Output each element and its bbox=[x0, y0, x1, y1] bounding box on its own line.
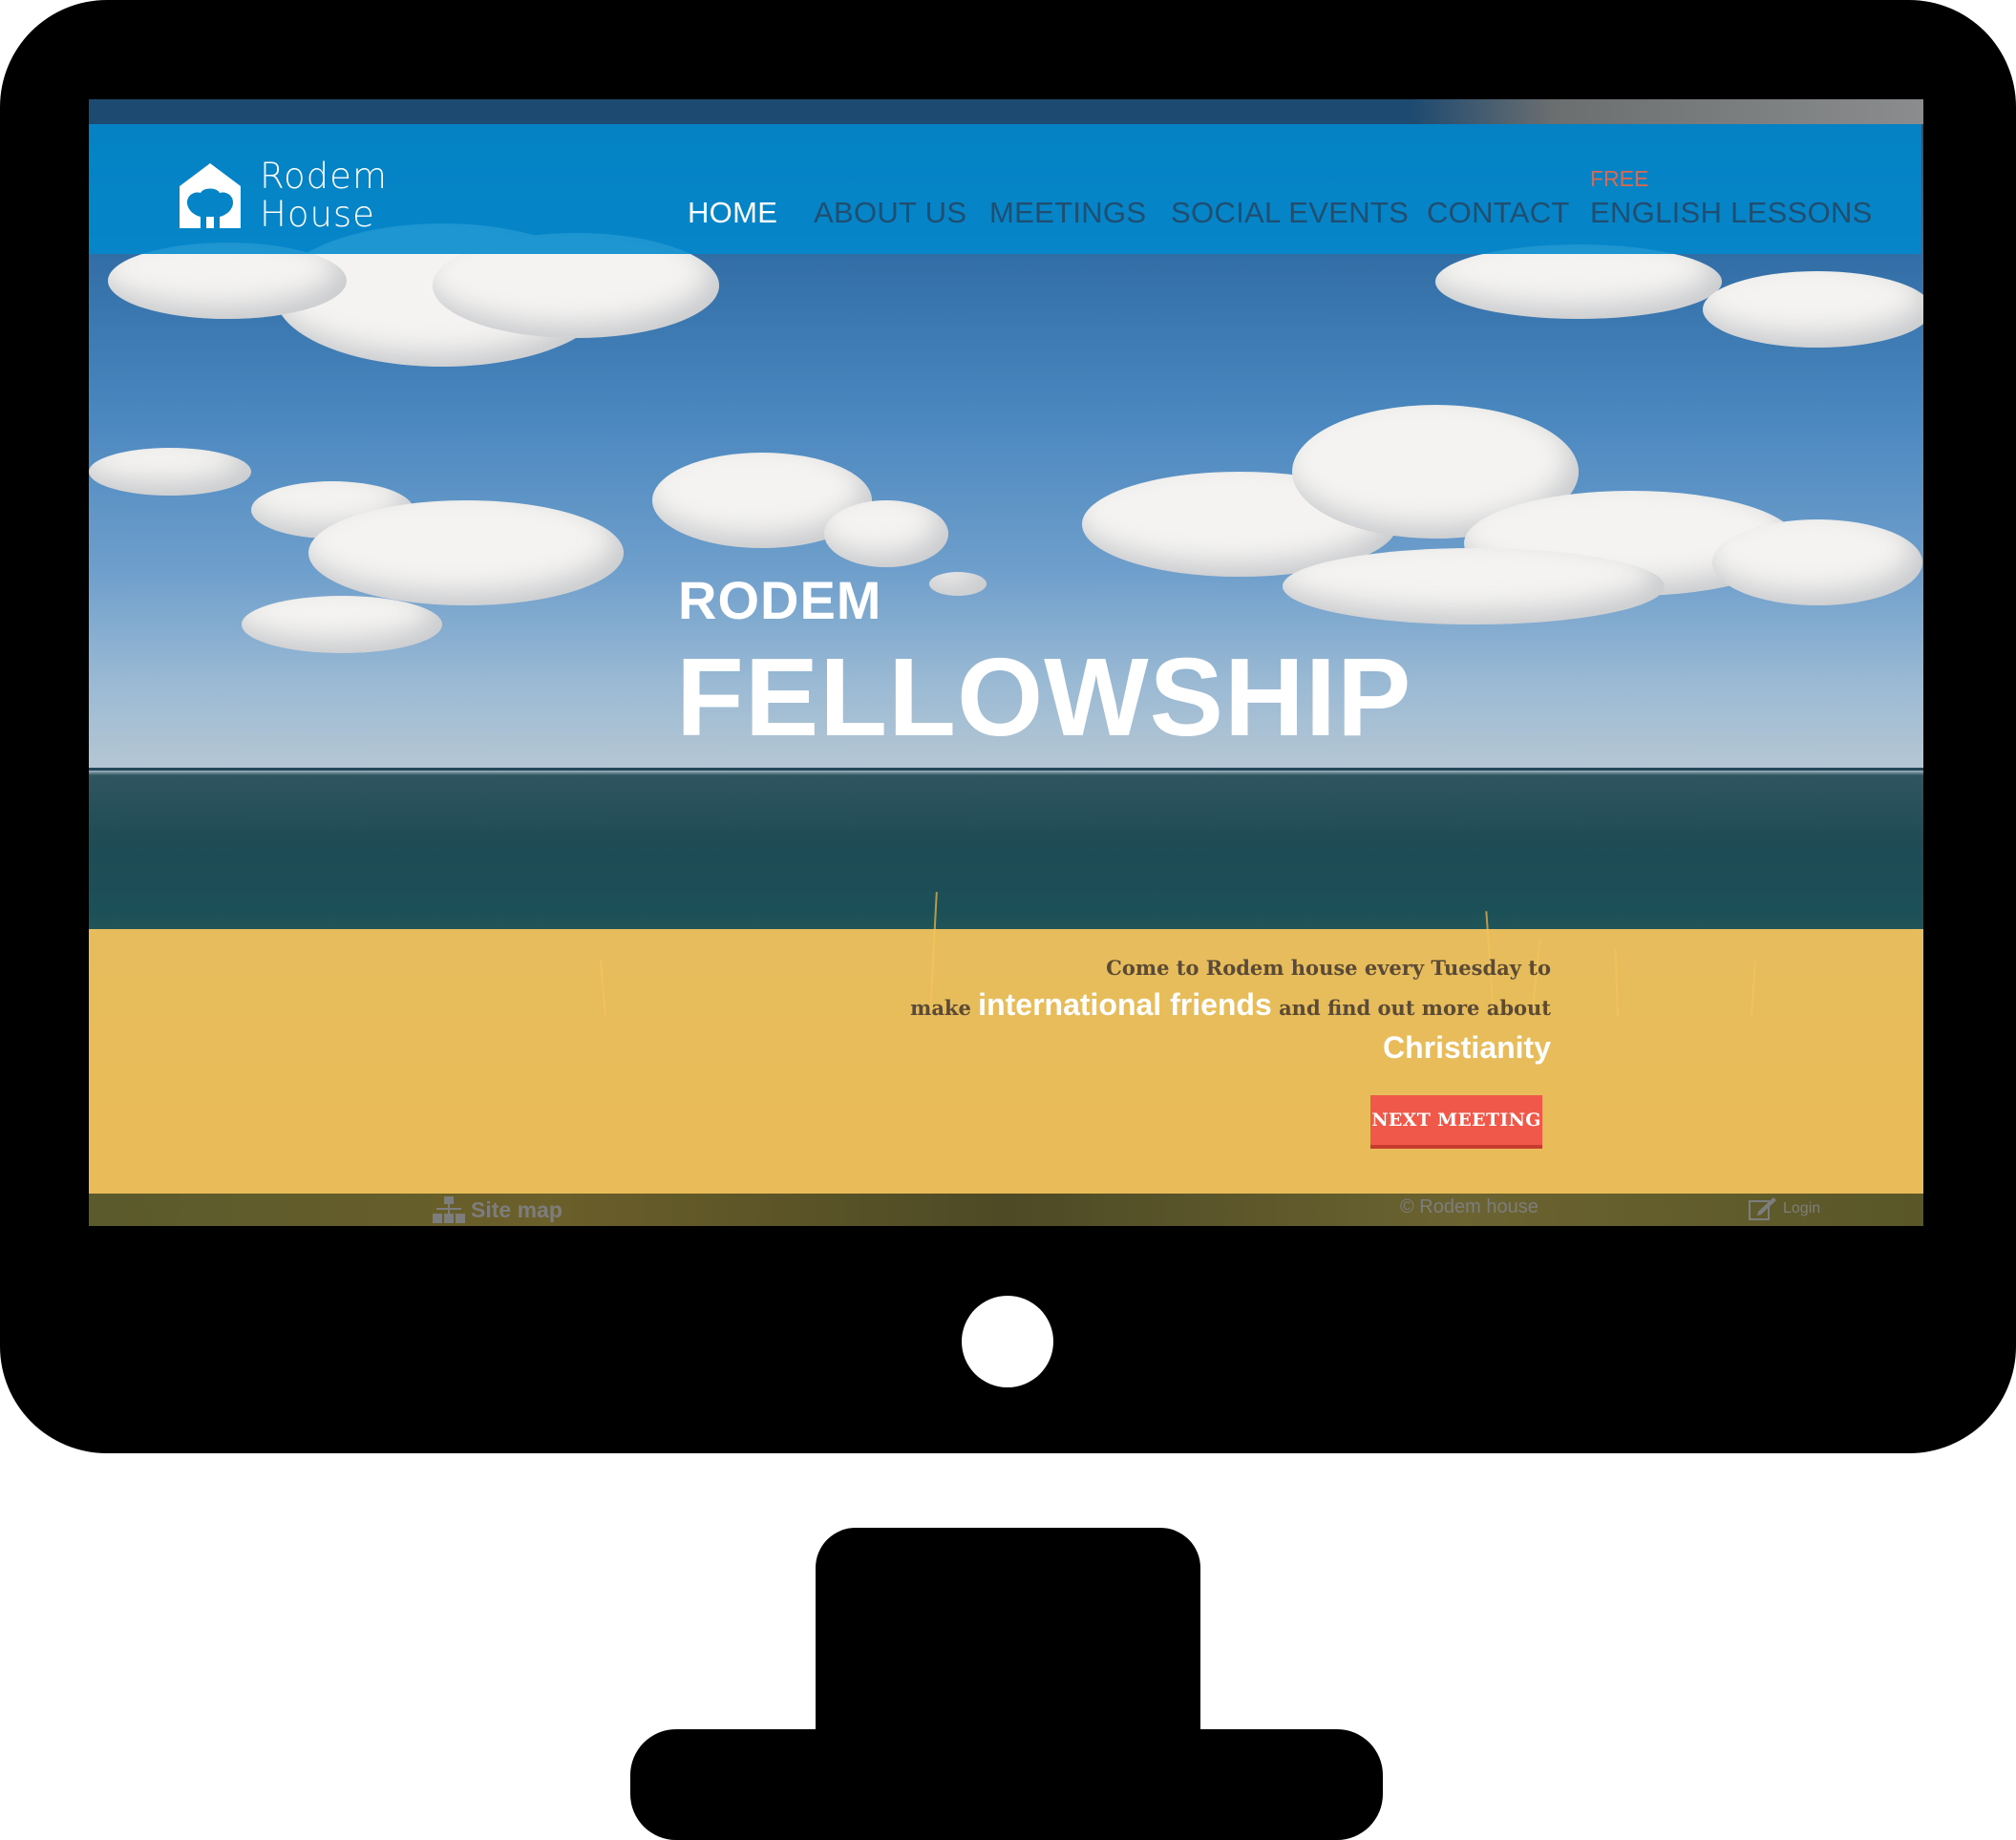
login-link[interactable]: Login bbox=[1749, 1196, 1820, 1221]
cloud bbox=[1435, 244, 1722, 319]
sitemap-label: Site map bbox=[471, 1196, 562, 1222]
free-badge: FREE bbox=[1590, 166, 1649, 191]
cloud bbox=[89, 448, 251, 496]
main-nav: HOME ABOUT US MEETINGS SOCIAL EVENTS CON… bbox=[89, 196, 1921, 243]
intro-line-2-pre: make bbox=[910, 996, 971, 1020]
sitemap-link[interactable]: Site map bbox=[433, 1196, 562, 1223]
nav-contact[interactable]: CONTACT bbox=[1427, 196, 1570, 230]
cloud bbox=[929, 572, 987, 596]
monitor-frame: Rodem House HOME ABOUT US MEETINGS SOCIA… bbox=[0, 0, 2016, 1453]
cloud bbox=[1712, 519, 1922, 605]
login-label: Login bbox=[1783, 1200, 1821, 1216]
cloud bbox=[108, 243, 347, 319]
horizon-line bbox=[89, 768, 1923, 771]
website-screen: Rodem House HOME ABOUT US MEETINGS SOCIA… bbox=[89, 99, 1923, 1226]
cloud bbox=[242, 596, 442, 653]
cloud bbox=[1283, 548, 1665, 624]
logo-line-1: Rodem bbox=[260, 156, 388, 197]
site-footer: Site map © Rodem house Login bbox=[89, 1194, 1923, 1226]
nav-about-us[interactable]: ABOUT US bbox=[814, 196, 966, 230]
hero-title: FELLOWSHIP bbox=[676, 635, 1412, 759]
nav-meetings[interactable]: MEETINGS bbox=[989, 196, 1146, 230]
cloud bbox=[308, 500, 624, 605]
monitor-stand-base bbox=[630, 1729, 1383, 1840]
nav-social-events[interactable]: SOCIAL EVENTS bbox=[1171, 196, 1409, 230]
next-meeting-button[interactable]: NEXT MEETING bbox=[1370, 1095, 1542, 1149]
intro-highlight: international friends bbox=[978, 987, 1272, 1022]
intro-band: Come to Rodem house every Tuesday to mak… bbox=[89, 929, 1923, 1194]
edit-icon bbox=[1749, 1197, 1776, 1220]
copyright-text: © Rodem house bbox=[1400, 1196, 1539, 1217]
screen-top-strip bbox=[89, 99, 1923, 124]
cloud bbox=[824, 500, 948, 567]
intro-line-1: Come to Rodem house every Tuesday to bbox=[1106, 956, 1551, 980]
intro-line-3: Christianity bbox=[1382, 1030, 1551, 1065]
hero-subtitle: RODEM bbox=[678, 570, 882, 630]
nav-home[interactable]: HOME bbox=[688, 196, 777, 230]
nav-english-lessons[interactable]: ENGLISH LESSONS bbox=[1590, 196, 1873, 230]
intro-line-2: make international friends and find out … bbox=[910, 986, 1551, 1026]
sitemap-icon bbox=[433, 1196, 465, 1223]
cloud bbox=[1703, 271, 1923, 348]
intro-line-2-post: and find out more about bbox=[1279, 996, 1551, 1020]
intro-text: Come to Rodem house every Tuesday to mak… bbox=[910, 950, 1551, 1068]
power-button bbox=[962, 1296, 1053, 1387]
site-header: Rodem House HOME ABOUT US MEETINGS SOCIA… bbox=[89, 124, 1921, 254]
